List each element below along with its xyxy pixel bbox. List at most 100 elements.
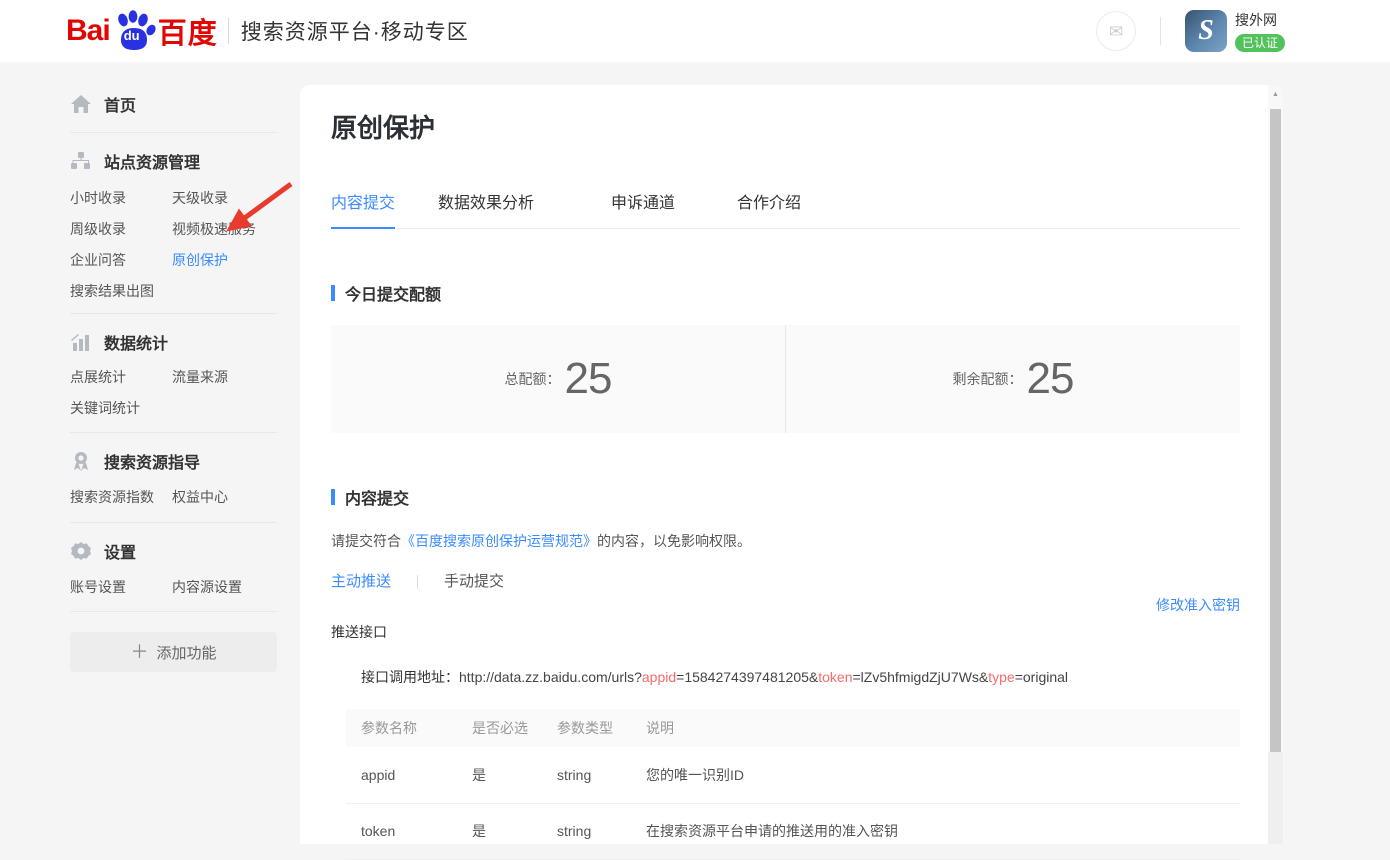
tab-bar: 内容提交 数据效果分析 申诉通道 合作介绍: [331, 195, 1240, 229]
api-url-segment: http://data.zz.baidu.com/urls?: [459, 669, 642, 685]
cell-param-name: token: [346, 803, 457, 859]
user-meta: 搜外网 已认证: [1235, 10, 1285, 52]
mail-button[interactable]: ✉: [1096, 11, 1136, 51]
plus-icon: ＋: [130, 643, 148, 661]
sidebar-section-search-guidance: 搜索资源指导: [70, 449, 277, 473]
submit-notice: 请提交符合《百度搜索原创保护运营规范》的内容，以免影响权限。: [331, 532, 1240, 550]
notice-suffix: 的内容，以免影响权限。: [597, 533, 751, 549]
sidebar-section-title: 数据统计: [104, 330, 168, 354]
sidebar-item-impression-stats[interactable]: 点展统计: [70, 368, 172, 387]
tab-cooperation-intro[interactable]: 合作介绍: [737, 195, 801, 228]
sidebar-item-resource-index[interactable]: 搜索资源指数: [70, 488, 172, 507]
top-header: Bai du 百度 搜索资源平台·移动专区 ✉ S 搜外网 已认证: [0, 0, 1390, 62]
sidebar-items-data-stats: 点展统计 流量来源 关键词统计: [70, 368, 277, 418]
quota-remaining: 剩余配额： 25: [786, 325, 1240, 433]
cell-param-name: appid: [346, 747, 457, 803]
baidu-logo[interactable]: Bai du 百度: [66, 8, 218, 54]
api-address-label: 接口调用地址：: [361, 669, 459, 685]
api-url-segment: =original: [1015, 669, 1068, 685]
medal-icon: [70, 450, 92, 472]
sidebar-item-search-result-image[interactable]: 搜索结果出图: [70, 282, 172, 301]
notice-prefix: 请提交符合: [331, 533, 401, 549]
content-scrollbar[interactable]: ▲: [1268, 85, 1283, 844]
sidebar-items-site-resources: 小时收录 天级收录 周级收录 视频极速服务 企业问答 原创保护 搜索结果出图: [70, 189, 277, 301]
sidebar-item-original-protection[interactable]: 原创保护: [172, 251, 277, 270]
sidebar-item-home[interactable]: 首页: [70, 92, 277, 116]
cell-required: 是: [457, 803, 542, 859]
sitemap-icon: [70, 150, 92, 172]
sidebar-items-settings: 账号设置 内容源设置: [70, 578, 277, 597]
gear-icon: [70, 540, 92, 562]
sidebar-section-title: 搜索资源指导: [104, 449, 200, 473]
sidebar-item-video-express[interactable]: 视频极速服务: [172, 220, 277, 239]
portal-title: 搜索资源平台·移动专区: [241, 16, 469, 46]
spec-rules-link[interactable]: 《百度搜索原创保护运营规范》: [401, 533, 597, 549]
tab-content-submit[interactable]: 内容提交: [331, 195, 395, 229]
sidebar-item-hourly-inclusion[interactable]: 小时收录: [70, 189, 172, 208]
section-accent-bar: [331, 489, 335, 505]
params-table: 参数名称 是否必选 参数类型 说明 appid 是 string 您的唯一识别I…: [346, 709, 1240, 860]
logo-text-cn: 百度: [158, 10, 218, 52]
col-header-description: 说明: [631, 709, 1240, 747]
sidebar-divider: [70, 611, 277, 612]
add-feature-label: 添加功能: [156, 642, 216, 663]
sidebar-item-keyword-stats[interactable]: 关键词统计: [70, 399, 172, 418]
scrollbar-up-arrow[interactable]: ▲: [1268, 91, 1283, 98]
quota-section-header: 今日提交配额: [331, 281, 1240, 305]
sidebar-items-search-guidance: 搜索资源指数 权益中心: [70, 488, 277, 507]
cell-description: 您的唯一识别ID: [631, 747, 1240, 803]
sidebar: 首页 站点资源管理 小时收录 天级收录 周级收录 视频极速服务 企业问答 原创保…: [70, 84, 277, 672]
sidebar-divider: [70, 132, 277, 133]
tab-appeal-channel[interactable]: 申诉通道: [611, 195, 675, 228]
add-feature-button[interactable]: ＋ 添加功能: [70, 632, 277, 672]
cell-description: 在搜索资源平台申请的推送用的准入密钥: [631, 803, 1240, 859]
sidebar-divider: [70, 522, 277, 523]
verified-badge: 已认证: [1235, 34, 1285, 52]
subtab-manual-submit[interactable]: 手动提交: [444, 573, 504, 591]
mail-icon: ✉: [1109, 23, 1123, 40]
sidebar-item-traffic-source[interactable]: 流量来源: [172, 368, 277, 387]
bar-chart-icon: [70, 331, 92, 353]
sidebar-item-enterprise-qa[interactable]: 企业问答: [70, 251, 172, 270]
modify-access-key-link[interactable]: 修改准入密钥: [1156, 597, 1240, 613]
quota-remaining-value: 25: [1027, 357, 1074, 401]
page-title: 原创保护: [331, 113, 1240, 143]
params-table-header-row: 参数名称 是否必选 参数类型 说明: [346, 709, 1240, 747]
sidebar-item-account-settings[interactable]: 账号设置: [70, 578, 172, 597]
sidebar-section-settings: 设置: [70, 539, 277, 563]
quota-total: 总配额： 25: [331, 325, 786, 433]
tab-data-analysis[interactable]: 数据效果分析: [438, 195, 534, 228]
sidebar-item-benefit-center[interactable]: 权益中心: [172, 488, 277, 507]
sidebar-item-weekly-inclusion[interactable]: 周级收录: [70, 220, 172, 239]
sidebar-item-content-source-settings[interactable]: 内容源设置: [172, 578, 277, 597]
submit-subtabs: 主动推送 手动提交: [331, 573, 1240, 591]
api-address-line: 接口调用地址：http://data.zz.baidu.com/urls?app…: [331, 667, 1240, 687]
table-row-token: token 是 string 在搜索资源平台申请的推送用的准入密钥: [346, 803, 1240, 859]
subtab-active-push[interactable]: 主动推送: [331, 573, 391, 591]
push-api-label: 推送接口: [331, 622, 1240, 642]
submit-section-header: 内容提交: [331, 485, 1240, 509]
api-url-param-appid: appid: [642, 669, 676, 685]
baidu-paw-icon: du: [111, 8, 157, 54]
logo-text-du: du: [124, 28, 140, 43]
sidebar-section-title: 设置: [104, 539, 136, 563]
avatar[interactable]: S: [1185, 10, 1227, 52]
scrollbar-thumb[interactable]: [1270, 109, 1281, 752]
logo-text-bai: Bai: [66, 14, 110, 48]
sidebar-section-title: 站点资源管理: [104, 149, 200, 173]
api-url-segment: =1584274397481205&: [676, 669, 818, 685]
table-row-appid: appid 是 string 您的唯一识别ID: [346, 747, 1240, 803]
sidebar-home-label: 首页: [104, 92, 136, 116]
api-url-param-type: type: [988, 669, 1014, 685]
sidebar-item-daily-inclusion[interactable]: 天级收录: [172, 189, 277, 208]
modify-key-row: 修改准入密钥: [331, 595, 1240, 615]
header-right: ✉ S 搜外网 已认证: [1096, 0, 1285, 62]
sidebar-divider: [70, 432, 277, 433]
quota-total-label: 总配额：: [505, 369, 561, 389]
cell-required: 是: [457, 747, 542, 803]
scrollbar-track: [1268, 752, 1283, 844]
header-divider-2: [1160, 17, 1161, 45]
col-header-param-type: 参数类型: [542, 709, 631, 747]
sidebar-divider: [70, 313, 277, 314]
cell-type: string: [542, 747, 631, 803]
